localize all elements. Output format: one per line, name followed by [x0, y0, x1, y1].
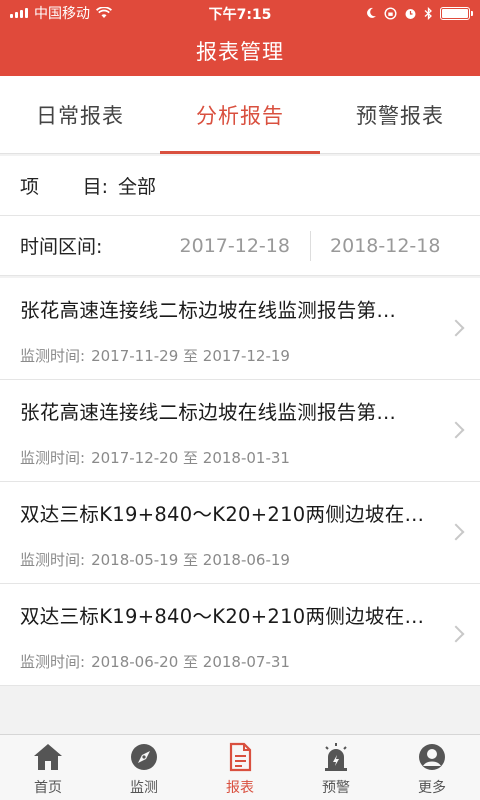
tab-daily-report[interactable]: 日常报表 [0, 76, 160, 153]
project-filter[interactable]: 项 目: 全部 [0, 156, 480, 216]
status-time: 下午7:15 [208, 7, 272, 23]
start-date-picker[interactable]: 2017-12-18 [160, 235, 310, 257]
list-item[interactable]: 张花高速连接线二标边坡在线监测报告第… 监测时间: 2017-12-20 至 2… [0, 380, 480, 482]
compass-icon [131, 744, 157, 770]
report-time-range: 2017-11-29 至 2017-12-19 [91, 347, 290, 365]
report-title: 张花高速连接线二标边坡在线监测报告第… [20, 401, 397, 424]
page-title: 报表管理 [196, 40, 284, 64]
report-time-label: 监测时间: [20, 449, 86, 467]
nav-warning-label: 预警 [322, 780, 350, 796]
nav-monitor-label: 监测 [130, 780, 158, 796]
report-tabs: 日常报表 分析报告 预警报表 [0, 76, 480, 154]
chevron-right-icon [447, 421, 465, 439]
nav-report-label: 报表 [226, 780, 254, 796]
list-item[interactable]: 双达三标K19+840～K20+210两侧边坡在… 监测时间: 2018-05-… [0, 482, 480, 584]
nav-more[interactable]: 更多 [384, 735, 480, 800]
time-range-label: 时间区间: [20, 236, 103, 258]
home-icon [34, 744, 62, 770]
project-value[interactable]: 全部 [118, 172, 156, 199]
nav-report[interactable]: 报表 [192, 735, 288, 800]
list-item[interactable]: 张花高速连接线二标边坡在线监测报告第… 监测时间: 2017-11-29 至 2… [0, 278, 480, 380]
report-list: 张花高速连接线二标边坡在线监测报告第… 监测时间: 2017-11-29 至 2… [0, 278, 480, 686]
report-time-range: 2018-06-20 至 2018-07-31 [91, 653, 290, 671]
nav-warning[interactable]: 预警 [288, 735, 384, 800]
end-date-picker[interactable]: 2018-12-18 [311, 235, 461, 257]
time-range-filter: 时间区间: 2017-12-18 2018-12-18 [0, 216, 480, 276]
report-icon [229, 742, 252, 772]
alarm-icon [325, 743, 347, 771]
report-time-label: 监测时间: [20, 347, 86, 365]
report-title: 双达三标K19+840～K20+210两侧边坡在… [20, 605, 425, 628]
nav-more-label: 更多 [418, 780, 446, 796]
report-time-label: 监测时间: [20, 653, 86, 671]
user-icon [419, 744, 445, 770]
bottom-tab-bar: 首页 监测 报表 预警 更多 [0, 734, 480, 800]
report-title: 张花高速连接线二标边坡在线监测报告第… [20, 299, 397, 322]
tab-analysis-report[interactable]: 分析报告 [160, 76, 320, 154]
report-title: 双达三标K19+840～K20+210两侧边坡在… [20, 503, 425, 526]
status-bar: 中国移动 下午7:15 [0, 0, 480, 26]
chevron-right-icon [447, 523, 465, 541]
nav-monitor[interactable]: 监测 [96, 735, 192, 800]
nav-home[interactable]: 首页 [0, 735, 96, 800]
list-item[interactable]: 双达三标K19+840～K20+210两侧边坡在… 监测时间: 2018-06-… [0, 584, 480, 686]
nav-home-label: 首页 [34, 780, 62, 796]
report-time-range: 2018-05-19 至 2018-06-19 [91, 551, 290, 569]
project-label: 项 目: [20, 176, 108, 198]
chevron-right-icon [447, 319, 465, 337]
chevron-right-icon [447, 625, 465, 643]
report-time-label: 监测时间: [20, 551, 86, 569]
report-time-range: 2017-12-20 至 2018-01-31 [91, 449, 290, 467]
tab-warning-report[interactable]: 预警报表 [320, 76, 480, 153]
battery-icon [440, 6, 473, 20]
app-header: 中国移动 下午7:15 报表管理 [0, 0, 480, 76]
